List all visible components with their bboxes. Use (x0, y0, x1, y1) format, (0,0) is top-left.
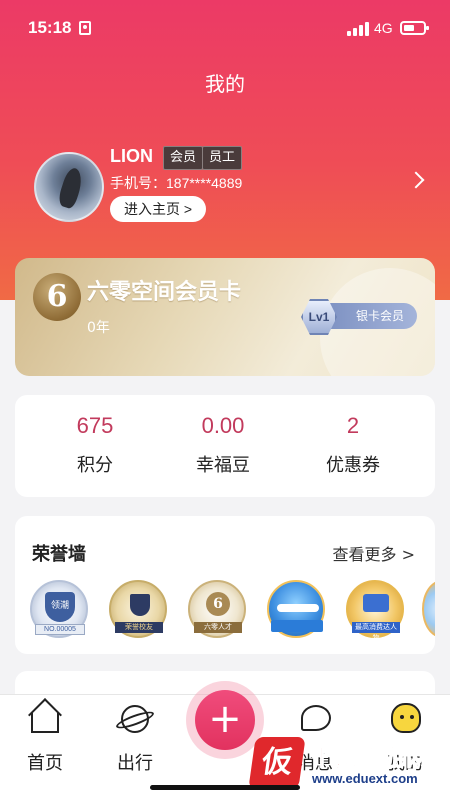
badge-list: 领潮 NO.00005 荣誉校友 6 六零人才 最高消费达人物 (30, 580, 435, 644)
travel-plane-badge-icon[interactable] (267, 580, 325, 638)
sixty-logo-icon: 6 (33, 273, 81, 321)
avatar[interactable] (34, 152, 104, 222)
orientation-lock-icon (79, 21, 91, 35)
status-time: 15:18 (28, 18, 72, 37)
stat-label: 优惠券 (326, 455, 380, 476)
card-icon (363, 594, 389, 612)
badge-ribbon: NO.00005 (35, 624, 85, 635)
badge-ribbon (271, 620, 323, 632)
stat-coupons[interactable]: 2 优惠券 (293, 413, 413, 477)
phone-number: 手机号：187****4889 (110, 175, 243, 191)
trophy-icon (130, 594, 150, 616)
tab-mine[interactable]: 我的 (360, 703, 450, 775)
stat-value: 2 (346, 413, 360, 438)
tab-travel[interactable]: 出行 (90, 703, 180, 775)
planet-icon (114, 703, 156, 735)
member-card-title: 六零空间会员卡 (87, 280, 242, 305)
badge-ribbon: 最高消费达人物 (352, 622, 400, 642)
status-bar: 15:18 4G (0, 0, 450, 58)
honor-wall-card: 荣誉墙 查看更多 > 领潮 NO.00005 荣誉校友 6 六零人才 最高消费达… (15, 516, 435, 654)
member-tag: 会员 (163, 146, 204, 170)
tab-messages[interactable]: 消息 (270, 703, 360, 775)
chevron-right-icon[interactable] (407, 171, 425, 189)
stat-label: 积分 (77, 455, 113, 476)
plane-icon (277, 604, 319, 612)
home-icon (27, 698, 63, 735)
badge-shield: 领潮 (45, 592, 75, 622)
tab-label: 我的 (387, 753, 423, 774)
stat-value: 675 (76, 413, 114, 438)
home-indicator (150, 785, 300, 790)
stat-label: 幸福豆 (196, 455, 250, 476)
mine-face-icon (387, 703, 423, 735)
partial-badge-icon[interactable] (422, 580, 435, 638)
talent-badge-icon[interactable]: 6 六零人才 (188, 580, 246, 638)
profile-section[interactable]: LION 会员 员工 手机号：187****4889 进入主页 > (34, 146, 444, 226)
member-card[interactable]: 6 六零空间会员卡 0年 银卡会员 Lv1 (15, 258, 435, 376)
enter-homepage-button[interactable]: 进入主页 > (110, 196, 207, 222)
tab-label: 出行 (117, 753, 153, 774)
chat-bubble-icon (297, 703, 333, 735)
badge-ribbon: 荣誉校友 (115, 622, 163, 633)
stat-points[interactable]: 675 积分 (35, 413, 155, 477)
plus-icon: + (195, 690, 255, 750)
tab-label: 消息 (297, 753, 333, 774)
battery-icon (400, 21, 429, 35)
page-title: 我的 (205, 72, 245, 96)
stats-card: 675 积分 0.00 幸福豆 2 优惠券 (15, 395, 435, 497)
member-years: 0年 (87, 320, 110, 336)
username: LION (110, 146, 153, 166)
network-type: 4G (374, 20, 393, 36)
tab-label: 首页 (27, 753, 63, 774)
alumni-trophy-badge-icon[interactable]: 荣誉校友 (109, 580, 167, 638)
view-more-link[interactable]: 查看更多 > (333, 541, 416, 565)
sixty-logo-icon: 6 (206, 592, 230, 616)
stat-happiness-beans[interactable]: 0.00 幸福豆 (163, 413, 283, 477)
add-button[interactable]: + (186, 681, 264, 759)
staff-tag: 员工 (202, 146, 243, 170)
member-level-name: 银卡会员 (325, 303, 417, 329)
badge-ribbon: 六零人才 (194, 622, 242, 633)
stat-value: 0.00 (201, 413, 245, 438)
honor-wall-title: 荣誉墙 (32, 544, 86, 565)
reading-badge-icon[interactable]: 领潮 NO.00005 (30, 580, 88, 638)
signal-icon (347, 22, 369, 36)
member-card-badge-icon[interactable]: 最高消费达人物 (346, 580, 404, 642)
tab-home[interactable]: 首页 (0, 698, 90, 775)
